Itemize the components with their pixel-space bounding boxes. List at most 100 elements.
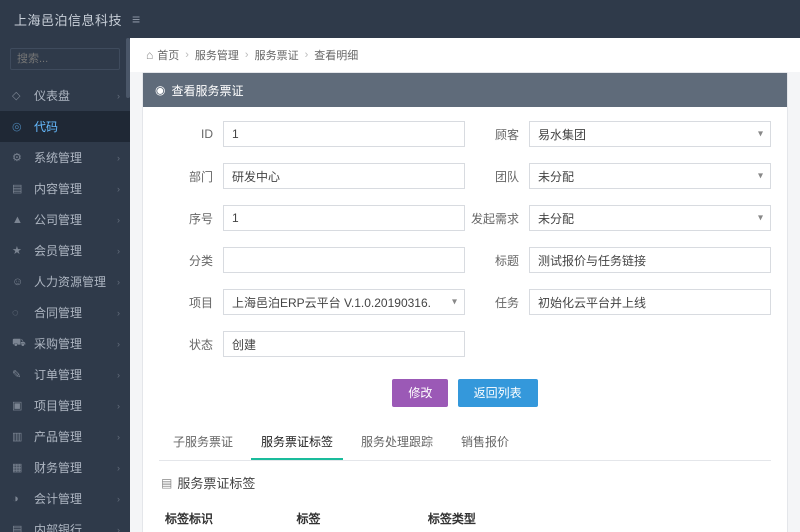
tag-table: 标签标识 标签 标签类型 1 邑泊云 产品 查看 (159, 502, 771, 532)
label-seq: 序号 (159, 210, 213, 227)
breadcrumb-sep: › (245, 49, 249, 61)
sidebar-item-purchase[interactable]: ⛟ 采购管理 › (0, 328, 130, 359)
sidebar-item-label: 订单管理 (34, 366, 82, 383)
chevron-right-icon: › (117, 246, 120, 256)
sidebar-item-order[interactable]: ✎ 订单管理 › (0, 359, 130, 390)
field-category[interactable] (223, 247, 465, 273)
edit-button[interactable]: 修改 (392, 379, 448, 407)
sidebar-item-member[interactable]: ★ 会员管理 › (0, 235, 130, 266)
sidebar-item-label: 内部银行 (34, 521, 82, 532)
label-dept: 部门 (159, 168, 213, 185)
th-actions (553, 502, 771, 532)
sidebar-item-label: 产品管理 (34, 428, 82, 445)
list-icon: ▤ (161, 476, 172, 490)
tab-ticket-tag[interactable]: 服务票证标签 (251, 425, 343, 460)
sidebar-item-label: 采购管理 (34, 335, 82, 352)
breadcrumb-item: 查看明细 (314, 47, 358, 63)
panel-body: ID 顾客 部门 团队 (143, 107, 787, 532)
sidebar-item-bank[interactable]: ▤ 内部银行 › (0, 514, 130, 532)
sidebar-item-product[interactable]: ▥ 产品管理 › (0, 421, 130, 452)
chevron-right-icon: › (117, 432, 120, 442)
chevron-right-icon: › (117, 525, 120, 532)
field-id[interactable] (223, 121, 465, 147)
chevron-right-icon: › (117, 91, 120, 101)
back-button[interactable]: 返回列表 (458, 379, 538, 407)
field-seq[interactable] (223, 205, 465, 231)
sidebar-item-content[interactable]: ▤ 内容管理 › (0, 173, 130, 204)
sidebar-item-label: 合同管理 (34, 304, 82, 321)
tab-child-ticket[interactable]: 子服务票证 (163, 425, 243, 460)
chevron-right-icon: › (117, 184, 120, 194)
field-request[interactable] (529, 205, 771, 231)
bank-icon: ▤ (12, 523, 26, 532)
content-icon: ▤ (12, 182, 26, 195)
eye-icon: ◉ (155, 83, 165, 97)
label-title: 标题 (465, 252, 519, 269)
field-dept[interactable] (223, 163, 465, 189)
th-tag-type: 标签类型 (422, 502, 553, 532)
label-request: 发起需求 (465, 210, 519, 227)
detail-panel: ◉ 查看服务票证 ID 顾客 部门 (142, 72, 788, 532)
sidebar-item-label: 会员管理 (34, 242, 82, 259)
sidebar: ◇ 仪表盘 › ◎ 代码 ⚙ 系统管理 › ▤ 内容管理 › ▲ 公司管理 › … (0, 38, 130, 532)
field-team[interactable] (529, 163, 771, 189)
top-bar: 上海邑泊信息科技 ≡ (0, 0, 800, 38)
menu-toggle-icon[interactable]: ≡ (132, 11, 140, 27)
sidebar-item-company[interactable]: ▲ 公司管理 › (0, 204, 130, 235)
sidebar-item-project[interactable]: ▣ 项目管理 › (0, 390, 130, 421)
home-icon: ⌂ (146, 48, 153, 62)
sidebar-item-contract[interactable]: ◌ 合同管理 › (0, 297, 130, 328)
chevron-right-icon: › (117, 153, 120, 163)
label-project: 项目 (159, 294, 213, 311)
chevron-right-icon: › (117, 494, 120, 504)
sidebar-item-label: 人力资源管理 (34, 273, 106, 290)
chevron-right-icon: › (117, 215, 120, 225)
label-team: 团队 (465, 168, 519, 185)
sidebar-item-dashboard[interactable]: ◇ 仪表盘 › (0, 80, 130, 111)
label-category: 分类 (159, 252, 213, 269)
sidebar-item-label: 项目管理 (34, 397, 82, 414)
sidebar-item-label: 公司管理 (34, 211, 82, 228)
breadcrumb-home[interactable]: 首页 (157, 47, 179, 63)
sidebar-item-finance[interactable]: ▦ 财务管理 › (0, 452, 130, 483)
project-icon: ▣ (12, 399, 26, 412)
company-icon: ▲ (12, 214, 26, 226)
sidebar-item-label: 代码 (34, 118, 58, 135)
sidebar-item-label: 内容管理 (34, 180, 82, 197)
sidebar-item-hr[interactable]: ☺ 人力资源管理 › (0, 266, 130, 297)
tabs: 子服务票证 服务票证标签 服务处理跟踪 销售报价 (159, 425, 771, 461)
field-project[interactable] (223, 289, 465, 315)
breadcrumb-sep: › (185, 49, 189, 61)
sidebar-item-accounting[interactable]: ◑ 会计管理 › (0, 483, 130, 514)
chevron-right-icon: › (117, 308, 120, 318)
table-header-row: 标签标识 标签 标签类型 (159, 502, 771, 532)
subsection-header: ▤ 服务票证标签 (161, 473, 771, 492)
chevron-right-icon: › (117, 277, 120, 287)
sidebar-item-label: 财务管理 (34, 459, 82, 476)
sidebar-item-label: 会计管理 (34, 490, 82, 507)
order-icon: ✎ (12, 368, 26, 381)
chevron-right-icon: › (117, 339, 120, 349)
tab-process-track[interactable]: 服务处理跟踪 (351, 425, 443, 460)
tab-sales-quote[interactable]: 销售报价 (451, 425, 519, 460)
gear-icon: ⚙ (12, 151, 26, 164)
search-input[interactable] (10, 48, 120, 70)
label-status: 状态 (159, 336, 213, 353)
sidebar-item-system[interactable]: ⚙ 系统管理 › (0, 142, 130, 173)
person-icon: ☺ (12, 276, 26, 288)
panel-title: 查看服务票证 (171, 82, 243, 99)
chevron-right-icon: › (117, 463, 120, 473)
sidebar-item-label: 系统管理 (34, 149, 82, 166)
action-row: 修改 返回列表 (159, 373, 771, 425)
sidebar-search (0, 42, 130, 80)
code-icon: ◎ (12, 120, 26, 133)
field-title[interactable] (529, 247, 771, 273)
field-task[interactable] (529, 289, 771, 315)
breadcrumb-item[interactable]: 服务票证 (255, 47, 299, 63)
field-status[interactable] (223, 331, 465, 357)
field-customer[interactable] (529, 121, 771, 147)
sidebar-item-code[interactable]: ◎ 代码 (0, 111, 130, 142)
label-task: 任务 (465, 294, 519, 311)
th-tag-id: 标签标识 (159, 502, 290, 532)
breadcrumb-item[interactable]: 服务管理 (195, 47, 239, 63)
